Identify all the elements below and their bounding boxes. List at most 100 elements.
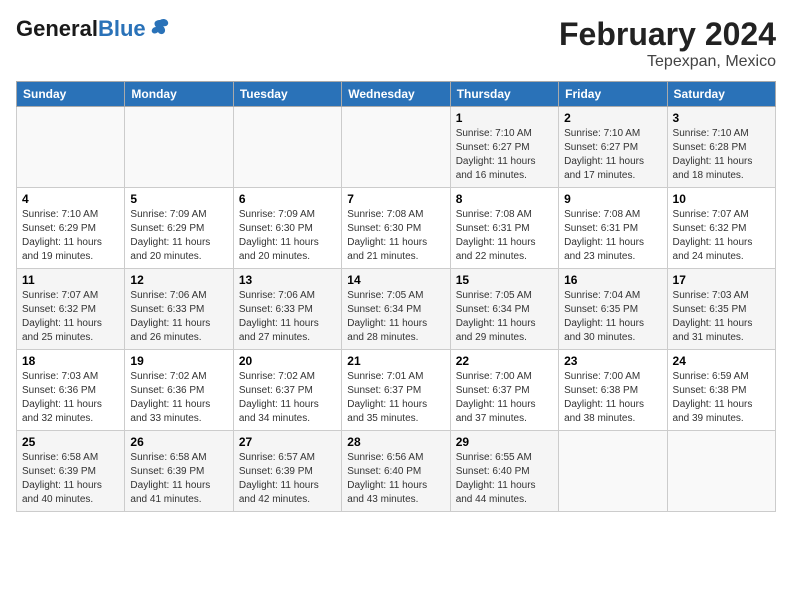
weekday-header-monday: Monday (125, 82, 233, 107)
day-cell: 13 Sunrise: 7:06 AMSunset: 6:33 PMDayligh… (233, 269, 341, 350)
day-cell: 8 Sunrise: 7:08 AMSunset: 6:31 PMDaylight… (450, 188, 558, 269)
day-cell: 11 Sunrise: 7:07 AMSunset: 6:32 PMDayligh… (17, 269, 125, 350)
day-info: Sunrise: 7:05 AMSunset: 6:34 PMDaylight:… (456, 289, 553, 345)
day-info: Sunrise: 6:56 AMSunset: 6:40 PMDaylight:… (347, 451, 444, 507)
day-info: Sunrise: 7:02 AMSunset: 6:36 PMDaylight:… (130, 370, 227, 426)
week-row-3: 18 Sunrise: 7:03 AMSunset: 6:36 PMDayligh… (17, 350, 776, 431)
day-number: 25 (22, 435, 119, 449)
title-area: February 2024 Tepexpan, Mexico (559, 16, 776, 71)
weekday-header-row: SundayMondayTuesdayWednesdayThursdayFrid… (17, 82, 776, 107)
logo-text: GeneralBlue (16, 17, 146, 41)
day-number: 2 (564, 111, 661, 125)
day-number: 28 (347, 435, 444, 449)
day-cell: 26 Sunrise: 6:58 AMSunset: 6:39 PMDayligh… (125, 431, 233, 512)
day-cell: 9 Sunrise: 7:08 AMSunset: 6:31 PMDaylight… (559, 188, 667, 269)
day-number: 22 (456, 354, 553, 368)
day-info: Sunrise: 7:08 AMSunset: 6:31 PMDaylight:… (564, 208, 661, 264)
day-info: Sunrise: 7:06 AMSunset: 6:33 PMDaylight:… (130, 289, 227, 345)
page-subtitle: Tepexpan, Mexico (559, 53, 776, 71)
day-number: 12 (130, 273, 227, 287)
day-number: 4 (22, 192, 119, 206)
day-cell (233, 107, 341, 188)
day-number: 16 (564, 273, 661, 287)
day-info: Sunrise: 7:03 AMSunset: 6:36 PMDaylight:… (22, 370, 119, 426)
week-row-1: 4 Sunrise: 7:10 AMSunset: 6:29 PMDaylight… (17, 188, 776, 269)
day-info: Sunrise: 7:10 AMSunset: 6:28 PMDaylight:… (673, 127, 770, 183)
day-info: Sunrise: 7:09 AMSunset: 6:30 PMDaylight:… (239, 208, 336, 264)
day-number: 17 (673, 273, 770, 287)
day-number: 24 (673, 354, 770, 368)
day-cell: 4 Sunrise: 7:10 AMSunset: 6:29 PMDaylight… (17, 188, 125, 269)
logo-general: General (16, 16, 98, 41)
day-number: 1 (456, 111, 553, 125)
day-cell: 21Sunrise: 7:01 AMSunset: 6:37 PMDayligh… (342, 350, 450, 431)
day-cell: 24 Sunrise: 6:59 AMSunset: 6:38 PMDayligh… (667, 350, 775, 431)
day-cell (559, 431, 667, 512)
calendar-table: SundayMondayTuesdayWednesdayThursdayFrid… (16, 81, 776, 512)
day-number: 21 (347, 354, 444, 368)
day-cell: 28 Sunrise: 6:56 AMSunset: 6:40 PMDayligh… (342, 431, 450, 512)
day-number: 29 (456, 435, 553, 449)
day-cell: 23 Sunrise: 7:00 AMSunset: 6:38 PMDayligh… (559, 350, 667, 431)
day-cell: 6 Sunrise: 7:09 AMSunset: 6:30 PMDaylight… (233, 188, 341, 269)
day-number: 13 (239, 273, 336, 287)
day-cell: 27 Sunrise: 6:57 AMSunset: 6:39 PMDayligh… (233, 431, 341, 512)
day-info: Sunrise: 7:00 AMSunset: 6:37 PMDaylight:… (456, 370, 553, 426)
day-info: Sunrise: 7:02 AMSunset: 6:37 PMDaylight:… (239, 370, 336, 426)
day-number: 18 (22, 354, 119, 368)
day-number: 15 (456, 273, 553, 287)
day-info: Sunrise: 7:04 AMSunset: 6:35 PMDaylight:… (564, 289, 661, 345)
day-number: 9 (564, 192, 661, 206)
day-cell (667, 431, 775, 512)
week-row-2: 11 Sunrise: 7:07 AMSunset: 6:32 PMDayligh… (17, 269, 776, 350)
day-info: Sunrise: 7:08 AMSunset: 6:30 PMDaylight:… (347, 208, 444, 264)
weekday-header-tuesday: Tuesday (233, 82, 341, 107)
day-number: 3 (673, 111, 770, 125)
weekday-header-friday: Friday (559, 82, 667, 107)
day-info: Sunrise: 7:05 AMSunset: 6:34 PMDaylight:… (347, 289, 444, 345)
day-cell: 22 Sunrise: 7:00 AMSunset: 6:37 PMDayligh… (450, 350, 558, 431)
day-number: 10 (673, 192, 770, 206)
day-info: Sunrise: 7:08 AMSunset: 6:31 PMDaylight:… (456, 208, 553, 264)
day-number: 27 (239, 435, 336, 449)
day-cell: 15 Sunrise: 7:05 AMSunset: 6:34 PMDayligh… (450, 269, 558, 350)
day-number: 23 (564, 354, 661, 368)
day-info: Sunrise: 6:58 AMSunset: 6:39 PMDaylight:… (130, 451, 227, 507)
day-cell: 19 Sunrise: 7:02 AMSunset: 6:36 PMDayligh… (125, 350, 233, 431)
day-info: Sunrise: 6:58 AMSunset: 6:39 PMDaylight:… (22, 451, 119, 507)
day-number: 5 (130, 192, 227, 206)
weekday-header-wednesday: Wednesday (342, 82, 450, 107)
day-cell: 1Sunrise: 7:10 AMSunset: 6:27 PMDaylight… (450, 107, 558, 188)
logo-bird-icon (149, 16, 171, 43)
day-info: Sunrise: 7:07 AMSunset: 6:32 PMDaylight:… (22, 289, 119, 345)
day-cell: 20 Sunrise: 7:02 AMSunset: 6:37 PMDayligh… (233, 350, 341, 431)
day-cell: 3 Sunrise: 7:10 AMSunset: 6:28 PMDaylight… (667, 107, 775, 188)
day-info: Sunrise: 7:06 AMSunset: 6:33 PMDaylight:… (239, 289, 336, 345)
weekday-header-thursday: Thursday (450, 82, 558, 107)
day-info: Sunrise: 7:07 AMSunset: 6:32 PMDaylight:… (673, 208, 770, 264)
day-cell: 2 Sunrise: 7:10 AMSunset: 6:27 PMDaylight… (559, 107, 667, 188)
day-cell: 10 Sunrise: 7:07 AMSunset: 6:32 PMDayligh… (667, 188, 775, 269)
day-cell: 12 Sunrise: 7:06 AMSunset: 6:33 PMDayligh… (125, 269, 233, 350)
day-number: 26 (130, 435, 227, 449)
day-cell: 5 Sunrise: 7:09 AMSunset: 6:29 PMDaylight… (125, 188, 233, 269)
day-info: Sunrise: 6:59 AMSunset: 6:38 PMDaylight:… (673, 370, 770, 426)
day-cell (17, 107, 125, 188)
day-number: 11 (22, 273, 119, 287)
day-info: Sunrise: 7:10 AMSunset: 6:27 PMDaylight:… (564, 127, 661, 183)
day-cell: 18 Sunrise: 7:03 AMSunset: 6:36 PMDayligh… (17, 350, 125, 431)
page-title: February 2024 (559, 16, 776, 53)
day-cell: 17Sunrise: 7:03 AMSunset: 6:35 PMDayligh… (667, 269, 775, 350)
day-cell (342, 107, 450, 188)
day-info: Sunrise: 6:57 AMSunset: 6:39 PMDaylight:… (239, 451, 336, 507)
day-number: 6 (239, 192, 336, 206)
day-info: Sunrise: 7:09 AMSunset: 6:29 PMDaylight:… (130, 208, 227, 264)
day-number: 19 (130, 354, 227, 368)
day-number: 20 (239, 354, 336, 368)
day-info: Sunrise: 7:10 AMSunset: 6:29 PMDaylight:… (22, 208, 119, 264)
weekday-header-sunday: Sunday (17, 82, 125, 107)
day-number: 8 (456, 192, 553, 206)
week-row-0: 1 Sunrise: 7:10 AMSunset: 6:27 PMDaylight… (17, 107, 776, 188)
day-info: Sunrise: 7:00 AMSunset: 6:38 PMDaylight:… (564, 370, 661, 426)
day-info: Sunrise: 6:55 AMSunset: 6:40 PMDaylight:… (456, 451, 553, 507)
